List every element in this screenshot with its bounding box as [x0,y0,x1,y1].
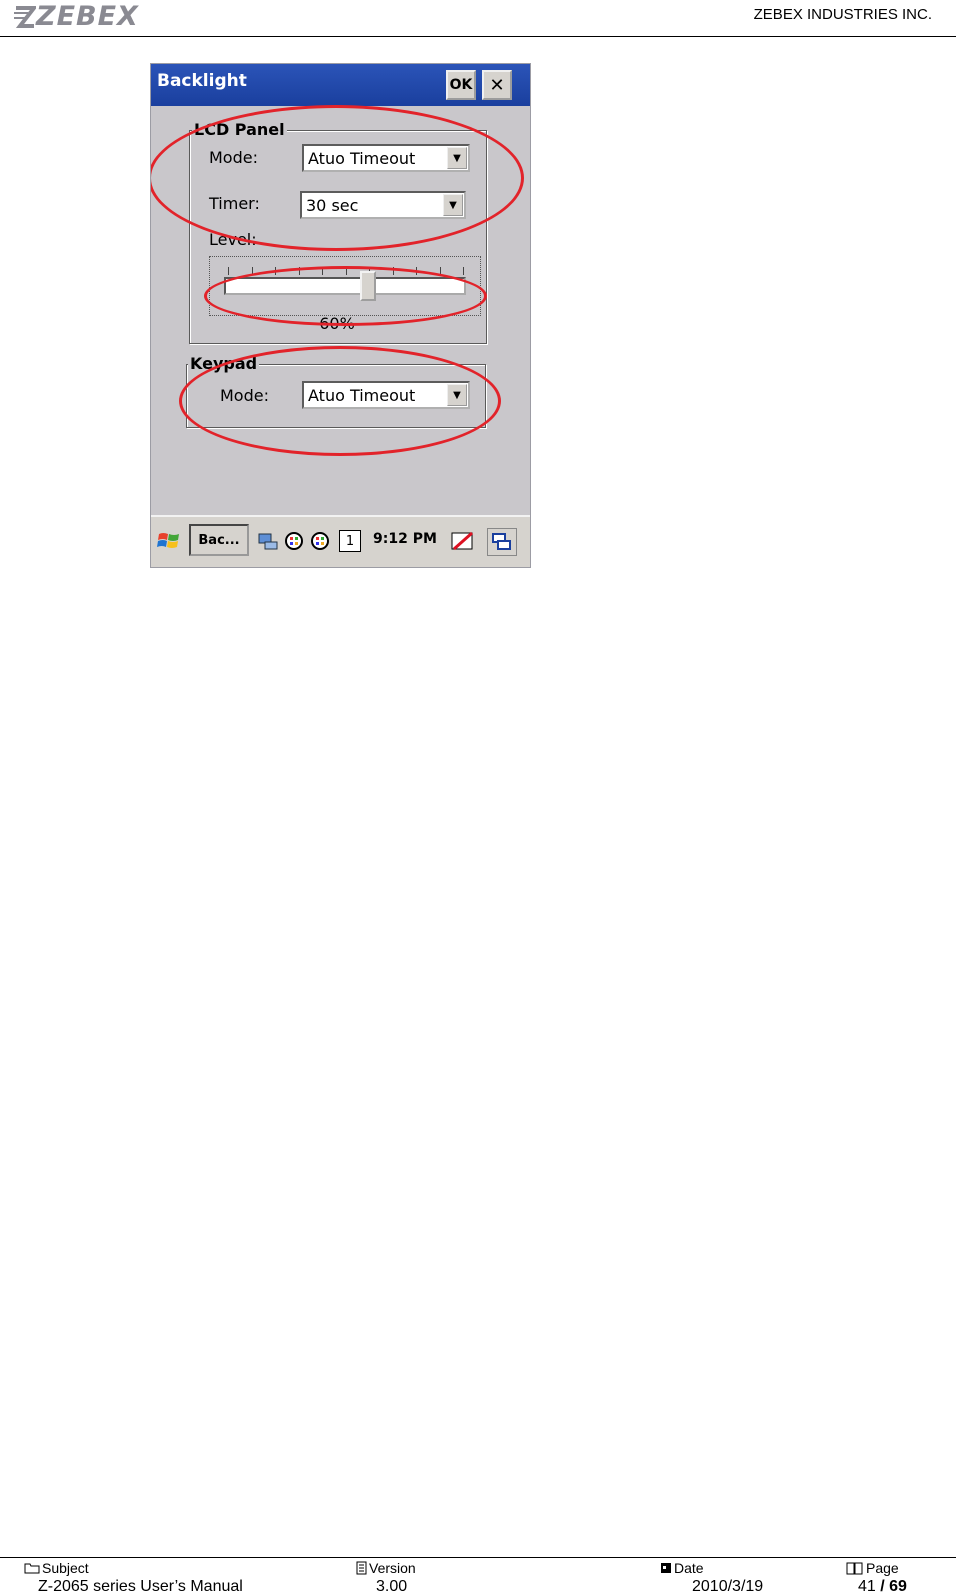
page-current: 41 [858,1578,876,1595]
keyboard-pen-icon[interactable] [449,528,477,554]
document-icon [356,1561,367,1575]
battery-status-icon[interactable] [283,530,305,552]
calendar-icon [661,1563,671,1573]
zebex-logo-mark [14,6,36,28]
footer-page-value: 41 / 69 [858,1578,907,1596]
page-total: / 69 [880,1578,907,1595]
annotation-ellipse-lcd [151,105,524,251]
footer-divider [0,1557,956,1558]
annotation-ellipse-keypad [179,346,501,456]
close-button[interactable]: ✕ [482,70,512,100]
footer-page-label: Page [846,1560,899,1576]
page-label-text: Page [866,1560,899,1576]
footer-subject-label: Subject [24,1560,89,1576]
book-icon [846,1562,863,1575]
dialog-title: Backlight [157,71,247,91]
backlight-screenshot: Backlight OK ✕ LCD Panel Mode: Atuo Time… [150,63,531,568]
version-label-text: Version [369,1560,416,1576]
start-windows-icon[interactable] [155,527,183,555]
taskbar: Bac... 1 9:12 PM [151,515,530,567]
subject-label-text: Subject [42,1560,89,1576]
input-indicator[interactable]: 1 [339,530,361,552]
power-status-icon[interactable] [309,530,331,552]
header-divider [0,36,956,37]
footer-date-label: Date [660,1560,704,1576]
taskbar-clock[interactable]: 9:12 PM [373,531,437,547]
date-label-text: Date [674,1560,704,1576]
windows-switch-icon[interactable] [487,528,517,556]
ok-button[interactable]: OK [446,70,476,100]
footer-date-value: 2010/3/19 [692,1578,764,1595]
footer-version-value: 3.00 [376,1578,408,1595]
zebex-logo: ZEBEX [14,1,139,32]
footer-version-label: Version [355,1560,416,1576]
taskbar-app-button[interactable]: Bac... [189,524,249,556]
annotation-ellipse-level [204,266,487,326]
title-bar: Backlight OK ✕ [151,64,530,106]
folder-icon [24,1563,40,1574]
footer-subject-value: Z-2065 series User’s Manual [38,1578,243,1595]
logo-text: ZEBEX [36,1,139,32]
network-icon[interactable] [257,530,279,552]
company-name: ZEBEX INDUSTRIES INC. [753,6,932,23]
